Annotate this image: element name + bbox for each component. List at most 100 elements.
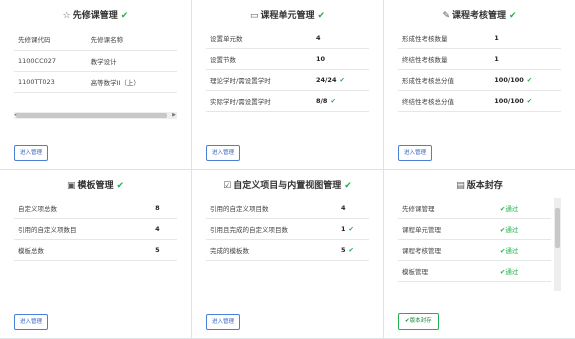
- star-icon: ☆: [62, 11, 71, 21]
- enter-management-button[interactable]: 进入管理: [206, 314, 241, 330]
- status-text: 通过: [505, 226, 519, 234]
- checkbox-icon: ☑: [223, 181, 232, 191]
- prereq-table: 先修课代码 先修课名称 1100CC027 教学设计 1100TT023 高等数…: [14, 28, 177, 93]
- row-label: 引用的自定义项目数: [206, 198, 338, 219]
- cell-name: 高等数学II（上）: [86, 71, 177, 93]
- card-title: ☆ 先修课管理 ✔: [0, 8, 191, 21]
- row-label: 设置单元数: [206, 28, 313, 49]
- status-text: 通过: [505, 205, 519, 213]
- card-title: ▣ 模板管理 ✔: [0, 178, 191, 191]
- enter-management-button[interactable]: 进入管理: [206, 145, 241, 161]
- check-icon: ✔: [339, 76, 345, 84]
- table-row: 模板总数 5: [14, 239, 177, 261]
- row-label: 实际学时/需设置学时: [206, 90, 313, 112]
- row-label: 完成的模板数: [206, 239, 338, 261]
- table-row: 终结性考核总分值 100/100 ✔: [398, 90, 561, 112]
- enter-management-button[interactable]: 进入管理: [14, 145, 49, 161]
- enter-management-button[interactable]: 进入管理: [14, 314, 49, 330]
- table-row: 模板管理 ✔通过: [398, 260, 551, 282]
- row-label: 引用的自定义项数目: [14, 218, 152, 240]
- row-label: 模板总数: [14, 239, 152, 261]
- row-value: 100/100: [494, 76, 524, 84]
- template-icon: ▣: [66, 181, 76, 191]
- row-value: 10: [312, 48, 369, 70]
- edit-icon: ✎: [442, 11, 450, 21]
- table-row: 设置节数 10: [206, 48, 369, 70]
- vertical-scrollbar[interactable]: [554, 198, 561, 291]
- row-label: 形成性考核数量: [398, 28, 491, 49]
- archive-version-button[interactable]: ✔版本封存: [398, 313, 439, 330]
- card-prereq: ☆ 先修课管理 ✔ 先修课代码 先修课名称 1100CC027 教学设计 1100T…: [0, 0, 191, 169]
- title-text: 课程考核管理: [451, 11, 506, 21]
- check-icon: ✔: [526, 76, 533, 84]
- row-value: 8: [151, 198, 177, 219]
- row-value: 4: [337, 198, 369, 219]
- row-value-cell: 100/100 ✔: [490, 90, 561, 112]
- assessment-table: 形成性考核数量 1 终结性考核数量 1 形成性考核总分值 100/100 ✔ 终结性考核…: [398, 28, 561, 112]
- table-row: 1100TT023 高等数学II（上）: [14, 71, 177, 93]
- card-title: ▤ 版本封存: [384, 178, 575, 191]
- dashboard-grid: ☆ 先修课管理 ✔ 先修课代码 先修课名称 1100CC027 教学设计 1100T…: [0, 0, 575, 339]
- row-status-cell: ✔通过: [495, 218, 551, 240]
- row-value: 8/8: [316, 97, 328, 105]
- card-archive: ▤ 版本封存 先修课管理 ✔通过 课程单元管理 ✔通过 课程考核管理 ✔通过 模板管理 ✔…: [384, 170, 575, 338]
- enter-management-button[interactable]: 进入管理: [398, 145, 433, 161]
- check-icon: ✔: [317, 11, 326, 21]
- row-value-cell: 1 ✔: [337, 218, 369, 240]
- row-value-cell: 100/100 ✔: [490, 69, 561, 91]
- check-icon: ✔: [120, 11, 129, 21]
- row-value: 4: [312, 28, 369, 49]
- title-text: 模板管理: [77, 181, 114, 191]
- table-row: 引用且完成的自定义项目数 1 ✔: [206, 218, 369, 240]
- template-table: 自定义项总数 8 引用的自定义项数目 4 模板总数 5: [14, 198, 177, 261]
- check-icon: ✔: [116, 181, 125, 191]
- row-value: 4: [151, 218, 177, 240]
- row-status-cell: ✔通过: [495, 239, 551, 261]
- scroll-right-icon[interactable]: ▶: [172, 112, 176, 118]
- table-row: 引用的自定义项目数 4: [206, 198, 369, 219]
- row-value: 1: [490, 28, 561, 49]
- table-row: 实际学时/需设置学时 8/8 ✔: [206, 90, 369, 112]
- row-label: 终结性考核总分值: [398, 90, 491, 112]
- check-icon: ✔: [526, 97, 533, 105]
- card-assessment: ✎ 课程考核管理 ✔ 形成性考核数量 1 终结性考核数量 1 形成性考核总分值 100/1…: [384, 0, 575, 169]
- table-row: 1100CC027 教学设计: [14, 50, 177, 72]
- book-icon: ▭: [249, 11, 259, 21]
- units-table: 设置单元数 4 设置节数 10 理论学时/需设置学时 24/24 ✔ 实际学时/需设置学…: [206, 28, 369, 112]
- cell-code: 1100CC027: [14, 50, 87, 72]
- row-label: 终结性考核数量: [398, 48, 491, 70]
- table-row: 设置单元数 4: [206, 28, 369, 49]
- table-row: 课程单元管理 ✔通过: [398, 218, 551, 240]
- row-label: 形成性考核总分值: [398, 69, 491, 91]
- check-icon: ✔: [348, 246, 354, 254]
- horizontal-scrollbar[interactable]: ◀▶: [14, 112, 177, 119]
- check-icon: ✔: [509, 11, 517, 21]
- table-row: 自定义项总数 8: [14, 198, 177, 219]
- row-status-cell: ✔通过: [495, 198, 551, 219]
- archive-icon: ▤: [456, 181, 465, 191]
- row-value: 1: [490, 48, 561, 70]
- row-label: 引用且完成的自定义项目数: [206, 218, 338, 240]
- row-value-cell: 8/8 ✔: [312, 90, 369, 112]
- scroll-thumb[interactable]: [555, 208, 560, 248]
- title-text: 自定义项目与内置视图管理: [233, 181, 342, 191]
- archive-table: 先修课管理 ✔通过 课程单元管理 ✔通过 课程考核管理 ✔通过 模板管理 ✔通过: [398, 198, 551, 282]
- card-template: ▣ 模板管理 ✔ 自定义项总数 8 引用的自定义项数目 4 模板总数 5 进入管理: [0, 170, 191, 338]
- row-label: 先修课管理: [398, 198, 496, 219]
- row-value-cell: 5 ✔: [337, 239, 369, 261]
- archive-button-label: 版本封存: [409, 318, 432, 324]
- table-row: 形成性考核数量 1: [398, 28, 561, 49]
- row-label: 设置节数: [206, 48, 313, 70]
- row-value: 100/100: [494, 97, 524, 105]
- check-icon: ✔: [344, 181, 352, 191]
- cell-name: 教学设计: [86, 50, 177, 72]
- scroll-thumb[interactable]: [16, 113, 167, 118]
- cell-code: 1100TT023: [14, 71, 87, 93]
- row-value: 5: [151, 239, 177, 261]
- table-row: 形成性考核总分值 100/100 ✔: [398, 69, 561, 91]
- row-value: 5: [341, 246, 346, 254]
- card-title: ▭ 课程单元管理 ✔: [192, 8, 383, 21]
- status-text: 通过: [505, 268, 519, 276]
- row-label: 课程考核管理: [398, 239, 496, 261]
- status-text: 通过: [505, 247, 519, 255]
